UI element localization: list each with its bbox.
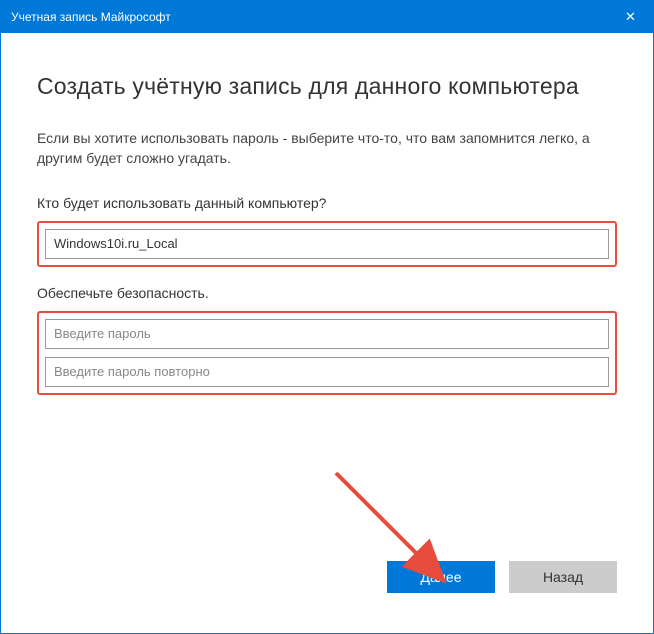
- password-section-label: Обеспечьте безопасность.: [37, 285, 617, 301]
- back-button[interactable]: Назад: [509, 561, 617, 593]
- next-button[interactable]: Далее: [387, 561, 495, 593]
- footer: Далее Назад: [37, 561, 617, 613]
- username-highlight: [37, 221, 617, 267]
- close-button[interactable]: ✕: [608, 1, 653, 33]
- account-dialog: Учетная запись Майкрософт ✕ Создать учёт…: [0, 0, 654, 634]
- description-text: Если вы хотите использовать пароль - выб…: [37, 128, 617, 169]
- username-input[interactable]: [45, 229, 609, 259]
- close-icon: ✕: [625, 9, 636, 25]
- titlebar: Учетная запись Майкрософт ✕: [1, 1, 653, 33]
- page-title: Создать учётную запись для данного компь…: [37, 73, 617, 100]
- content-area: Создать учётную запись для данного компь…: [1, 33, 653, 633]
- password-highlight: [37, 311, 617, 395]
- password-confirm-input[interactable]: [45, 357, 609, 387]
- username-label: Кто будет использовать данный компьютер?: [37, 195, 617, 211]
- window-title: Учетная запись Майкрософт: [11, 10, 171, 24]
- password-input[interactable]: [45, 319, 609, 349]
